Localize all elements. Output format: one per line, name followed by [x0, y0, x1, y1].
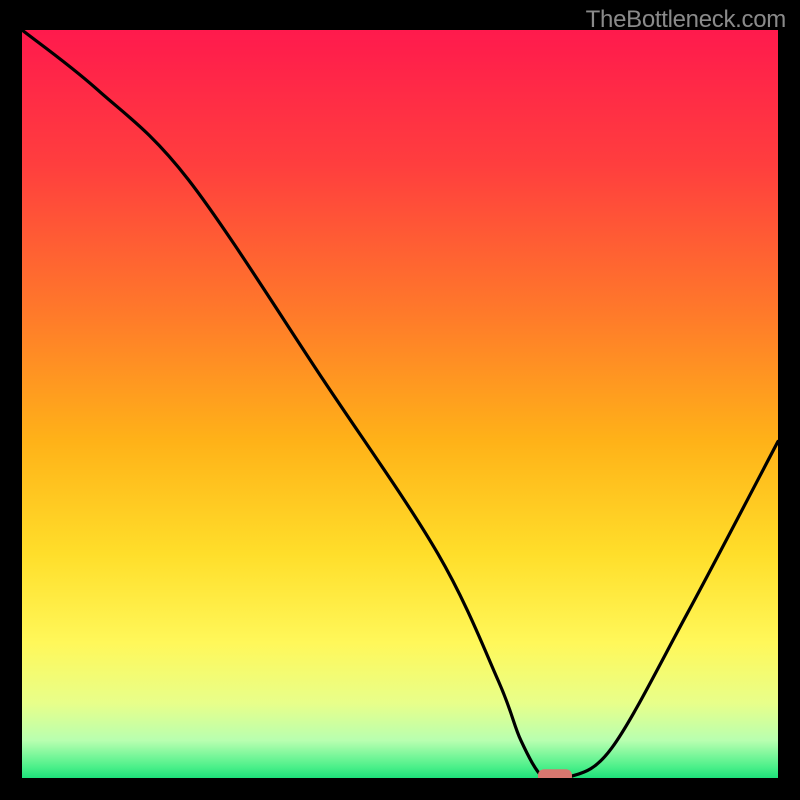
- bottleneck-chart-svg: [22, 30, 778, 778]
- gradient-background: [22, 30, 778, 778]
- optimal-marker: [538, 769, 572, 778]
- chart-container: [22, 30, 778, 778]
- watermark-label: TheBottleneck.com: [586, 6, 786, 34]
